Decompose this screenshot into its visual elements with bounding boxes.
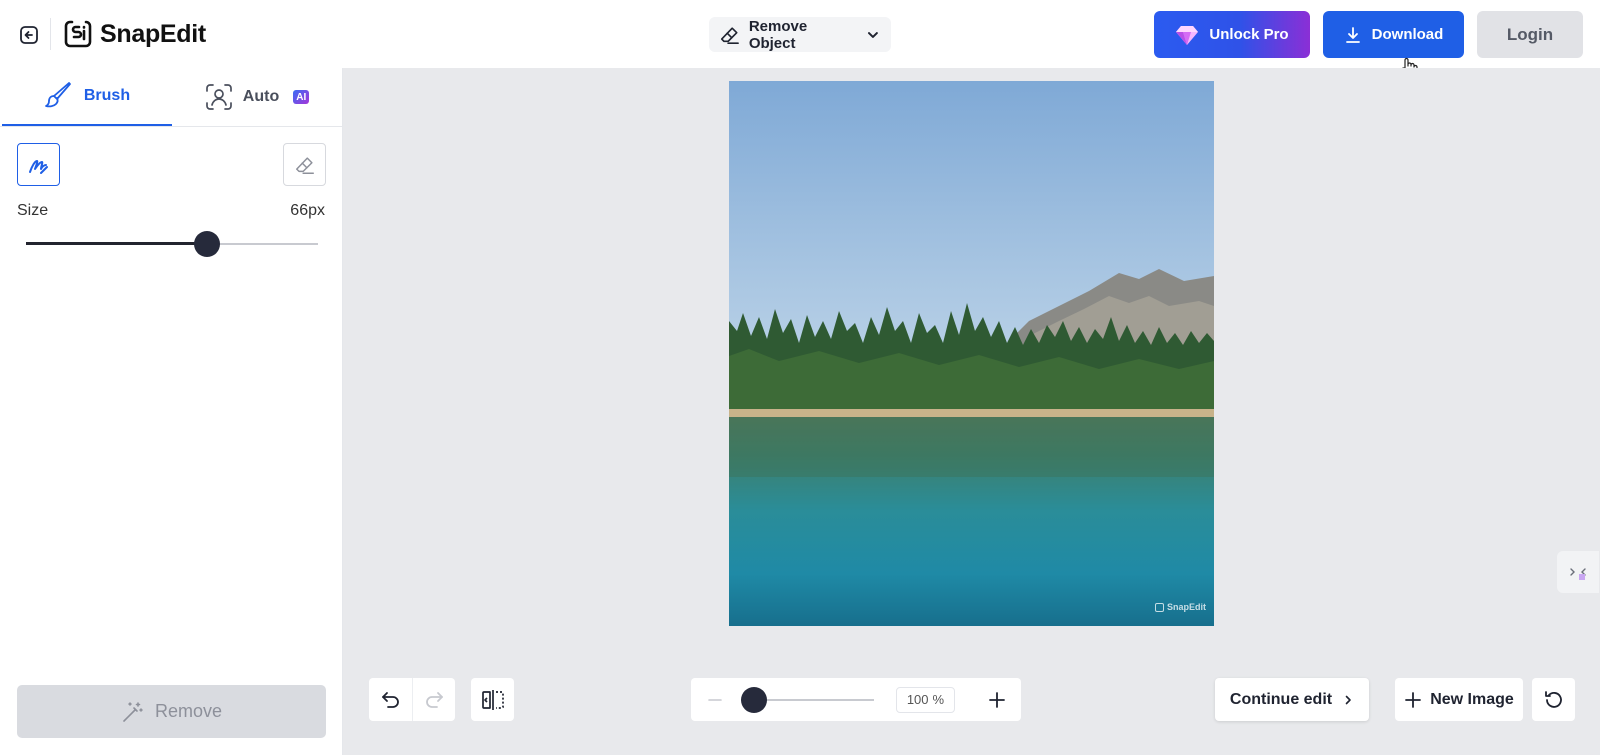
zoom-thumb[interactable]: [741, 686, 768, 713]
logo-text: SnapEdit: [100, 19, 206, 48]
undo-icon: [381, 691, 399, 708]
watermark: SnapEdit: [1154, 602, 1206, 612]
brush-icon: [44, 82, 71, 108]
zoom-controls: 100 %: [691, 678, 1021, 721]
new-image-label: New Image: [1430, 690, 1514, 708]
download-label: Download: [1371, 26, 1444, 43]
zoom-number: 100: [906, 692, 929, 707]
tool-sidebar: Brush Auto AI Size 66px Remove: [0, 68, 343, 755]
canvas-area[interactable]: SnapEdit 100 % Continue edit New Image: [343, 68, 1600, 755]
mode-select[interactable]: Remove Object: [709, 17, 891, 52]
eraser-icon: [295, 156, 314, 174]
remove-button[interactable]: Remove: [17, 685, 326, 738]
compare-button[interactable]: [471, 678, 514, 721]
reset-button[interactable]: [1532, 678, 1575, 721]
remove-label: Remove: [154, 701, 223, 721]
size-value: 66px: [290, 202, 325, 219]
editable-image[interactable]: SnapEdit: [729, 81, 1214, 626]
undo-button[interactable]: [369, 678, 412, 721]
zoom-value[interactable]: 100 %: [895, 686, 956, 713]
watermark-logo-icon: [1154, 602, 1164, 612]
zoom-unit: %: [932, 692, 945, 707]
watermark-text: SnapEdit: [1166, 602, 1206, 612]
ai-badge: AI: [293, 90, 310, 104]
redo-button[interactable]: [412, 678, 455, 721]
login-button[interactable]: Login: [1477, 11, 1583, 58]
mode-label: Remove Object: [748, 17, 808, 52]
eraser-tool-button[interactable]: [283, 143, 326, 186]
slider-fill: [26, 242, 208, 245]
top-header: SnapEdit Remove Object Unlock Pro Downlo…: [0, 0, 1600, 79]
unlock-pro-label: Unlock Pro: [1209, 26, 1289, 43]
zoom-in-button[interactable]: [985, 690, 1009, 710]
eraser-icon: [720, 26, 739, 44]
tab-auto[interactable]: Auto AI: [172, 68, 342, 126]
logo-icon: [64, 20, 92, 48]
plus-icon: [989, 691, 1005, 708]
collapse-handle[interactable]: [1557, 551, 1599, 593]
pen-icon: [28, 159, 48, 174]
size-label: Size: [17, 202, 49, 219]
login-label: Login: [1506, 24, 1554, 44]
new-image-button[interactable]: New Image: [1395, 678, 1523, 721]
slider-thumb[interactable]: [194, 231, 221, 257]
brush-tool-button[interactable]: [17, 143, 60, 186]
download-icon: [1345, 26, 1360, 43]
tab-brush[interactable]: Brush: [2, 68, 172, 126]
chevron-right-icon: [1345, 695, 1351, 704]
logo[interactable]: SnapEdit: [62, 18, 206, 50]
plus-icon: [1405, 691, 1422, 708]
redo-icon: [426, 691, 443, 708]
continue-edit-label: Continue edit: [1229, 690, 1333, 708]
continue-edit-button[interactable]: Continue edit: [1215, 678, 1369, 721]
face-scan-icon: [205, 84, 232, 110]
chevron-down-icon: [868, 31, 879, 38]
minus-icon: [708, 698, 722, 701]
magic-wand-icon: [123, 701, 143, 722]
tab-auto-label: Auto: [242, 88, 280, 105]
history-controls: [369, 678, 455, 721]
compare-icon: [481, 689, 504, 710]
collapse-icon: [1570, 568, 1586, 580]
diamond-icon: [1176, 25, 1199, 45]
back-icon: [20, 26, 38, 44]
lake-photo: [729, 81, 1214, 626]
reset-icon: [1544, 690, 1562, 708]
unlock-pro-button[interactable]: Unlock Pro: [1154, 11, 1310, 58]
back-button[interactable]: [16, 22, 42, 48]
header-divider: [50, 18, 51, 50]
zoom-out-button[interactable]: [703, 691, 727, 709]
brush-size-slider[interactable]: [26, 231, 318, 257]
tab-divider: [0, 126, 343, 127]
tab-brush-label: Brush: [83, 87, 131, 104]
download-button[interactable]: Download: [1323, 11, 1464, 58]
zoom-slider[interactable]: [740, 686, 874, 713]
